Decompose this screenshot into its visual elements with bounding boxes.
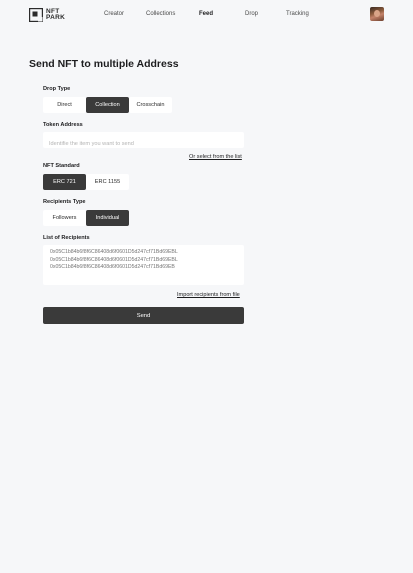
drop-type-crosschain[interactable]: Crosschain bbox=[129, 97, 172, 113]
top-nav-bar: NFT PARK Creator Collections Feed Drop T… bbox=[0, 0, 413, 30]
drop-type-direct[interactable]: Direct bbox=[43, 97, 86, 113]
drop-type-label: Drop Type bbox=[43, 86, 71, 92]
import-recipients-link[interactable]: Import recipients from file bbox=[177, 292, 240, 298]
logo-icon bbox=[29, 8, 43, 22]
nav-item-feed[interactable]: Feed bbox=[199, 11, 213, 17]
page-title: Send NFT to multiple Address bbox=[29, 58, 179, 70]
token-address-field-container bbox=[43, 132, 244, 152]
logo-text-line2: PARK bbox=[46, 14, 66, 21]
recipients-type-individual[interactable]: Individual bbox=[86, 210, 129, 226]
logo[interactable]: NFT PARK bbox=[29, 7, 69, 23]
nav-item-tracking[interactable]: Tracking bbox=[286, 11, 309, 17]
token-address-label: Token Address bbox=[43, 122, 83, 128]
token-address-input[interactable] bbox=[43, 136, 244, 152]
nav-item-drop[interactable]: Drop bbox=[245, 11, 258, 17]
nav-item-collections[interactable]: Collections bbox=[146, 11, 175, 17]
recipients-type-followers[interactable]: Followers bbox=[43, 210, 86, 226]
recipients-field-container bbox=[43, 245, 244, 285]
logo-text: NFT PARK bbox=[46, 8, 66, 22]
nft-standard-erc721[interactable]: ERC 721 bbox=[43, 174, 86, 190]
drop-type-collection[interactable]: Collection bbox=[86, 97, 129, 113]
nav-item-creator[interactable]: Creator bbox=[104, 11, 124, 17]
send-button[interactable]: Send bbox=[43, 307, 244, 324]
avatar[interactable] bbox=[370, 7, 384, 21]
recipients-list-label: List of Recipients bbox=[43, 235, 90, 241]
select-from-list-link[interactable]: Or select from the list bbox=[189, 154, 242, 160]
nft-standard-label: NFT Standard bbox=[43, 163, 80, 169]
recipients-type-label: Recipients Type bbox=[43, 199, 86, 205]
recipients-textarea[interactable] bbox=[43, 245, 244, 285]
nft-standard-erc1155[interactable]: ERC 1155 bbox=[86, 174, 129, 190]
